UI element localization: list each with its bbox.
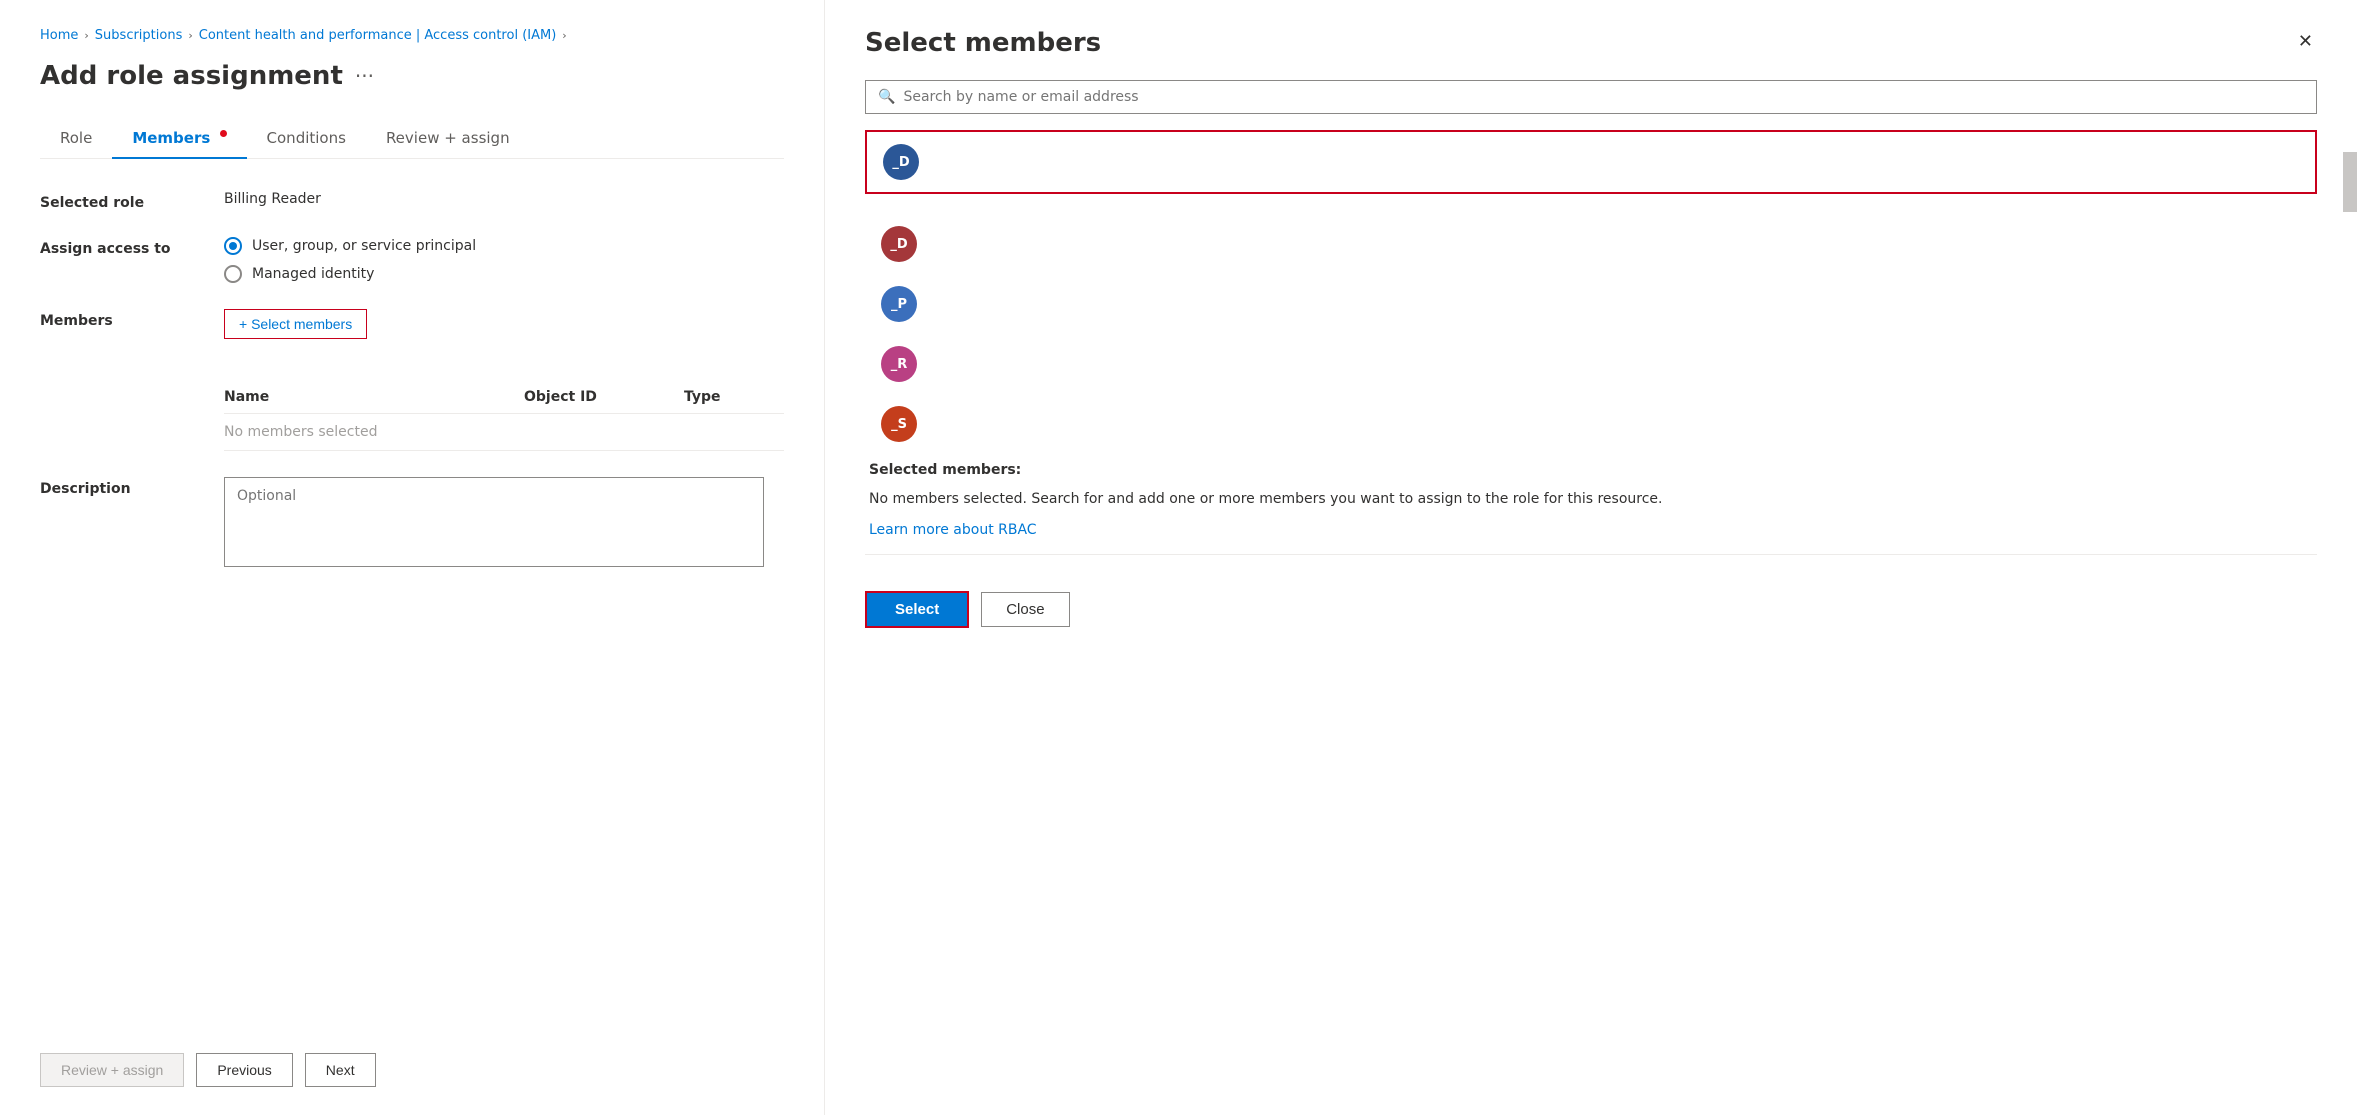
- avatar-4: _S: [881, 406, 917, 442]
- scrollbar[interactable]: [2343, 152, 2357, 212]
- radio-user-group[interactable]: User, group, or service principal: [224, 237, 476, 255]
- no-members-cell: No members selected: [224, 424, 524, 440]
- panel-header: Select members ✕: [865, 28, 2317, 58]
- radio-circle-user-group: [224, 237, 242, 255]
- search-input[interactable]: [903, 89, 2304, 105]
- assign-access-label: Assign access to: [40, 237, 200, 257]
- chevron-icon-2: ›: [188, 29, 192, 42]
- user-item-2[interactable]: _P: [865, 274, 2317, 334]
- page-title-row: Add role assignment ···: [40, 61, 784, 91]
- select-members-button[interactable]: + Select members: [224, 309, 367, 339]
- selected-section: Selected members: No members selected. S…: [865, 462, 2317, 538]
- form-row-description: Description: [40, 477, 784, 567]
- breadcrumb: Home › Subscriptions › Content health an…: [40, 28, 784, 43]
- form-section: Selected role Billing Reader Assign acce…: [40, 191, 784, 1029]
- tab-role[interactable]: Role: [40, 119, 112, 159]
- bottom-actions: Review + assign Previous Next: [40, 1029, 784, 1115]
- radio-circle-managed-identity: [224, 265, 242, 283]
- user-list-below: _D _P _R _S: [865, 214, 2317, 454]
- col-header-name: Name: [224, 389, 524, 405]
- selected-role-value: Billing Reader: [224, 191, 321, 207]
- chevron-icon-3: ›: [562, 29, 566, 42]
- col-header-type: Type: [684, 389, 784, 405]
- tabs: Role Members Conditions Review + assign: [40, 119, 784, 159]
- tab-conditions[interactable]: Conditions: [247, 119, 366, 159]
- user-item-0[interactable]: _D: [867, 132, 2315, 192]
- page-title: Add role assignment: [40, 61, 343, 91]
- page-container: Home › Subscriptions › Content health an…: [0, 0, 2357, 1115]
- table-no-data-row: No members selected: [224, 414, 784, 451]
- tab-members[interactable]: Members: [112, 119, 246, 159]
- form-row-members: Members + Select members: [40, 309, 784, 339]
- user-item-4[interactable]: _S: [865, 394, 2317, 454]
- members-table: Name Object ID Type No members selected: [224, 381, 784, 451]
- close-panel-button[interactable]: ✕: [2294, 28, 2317, 54]
- search-box: 🔍: [865, 80, 2317, 114]
- selected-members-label: Selected members:: [869, 462, 2313, 478]
- page-options-button[interactable]: ···: [355, 64, 374, 88]
- panel-bottom: Select Close: [865, 571, 2317, 648]
- search-icon: 🔍: [878, 89, 895, 105]
- breadcrumb-iam[interactable]: Content health and performance | Access …: [199, 28, 557, 43]
- previous-button[interactable]: Previous: [196, 1053, 292, 1087]
- select-button[interactable]: Select: [865, 591, 969, 628]
- form-row-assign: Assign access to User, group, or service…: [40, 237, 784, 283]
- avatar-0: _D: [883, 144, 919, 180]
- description-textarea[interactable]: [224, 477, 764, 567]
- col-header-objectid: Object ID: [524, 389, 684, 405]
- avatar-2: _P: [881, 286, 917, 322]
- panel-title: Select members: [865, 28, 1101, 58]
- avatar-1: _D: [881, 226, 917, 262]
- breadcrumb-home[interactable]: Home: [40, 28, 78, 43]
- close-button[interactable]: Close: [981, 592, 1069, 627]
- members-label: Members: [40, 309, 200, 329]
- panel-divider: [865, 554, 2317, 555]
- left-panel: Home › Subscriptions › Content health an…: [0, 0, 825, 1115]
- selected-role-label: Selected role: [40, 191, 200, 211]
- description-label: Description: [40, 477, 200, 497]
- next-button[interactable]: Next: [305, 1053, 376, 1087]
- breadcrumb-subscriptions[interactable]: Subscriptions: [95, 28, 183, 43]
- user-list-selected: _D: [865, 130, 2317, 194]
- form-row-role: Selected role Billing Reader: [40, 191, 784, 211]
- user-item-3[interactable]: _R: [865, 334, 2317, 394]
- tab-review-assign[interactable]: Review + assign: [366, 119, 530, 159]
- chevron-icon-1: ›: [84, 29, 88, 42]
- table-header: Name Object ID Type: [224, 381, 784, 414]
- avatar-3: _R: [881, 346, 917, 382]
- members-dot: [220, 130, 227, 137]
- no-members-text: No members selected. Search for and add …: [869, 488, 2313, 510]
- radio-managed-identity[interactable]: Managed identity: [224, 265, 476, 283]
- user-item-1[interactable]: _D: [865, 214, 2317, 274]
- radio-group: User, group, or service principal Manage…: [224, 237, 476, 283]
- right-panel: Select members ✕ 🔍 _D _D _P _R: [825, 0, 2357, 1115]
- rbac-link[interactable]: Learn more about RBAC: [869, 522, 1037, 538]
- review-assign-button: Review + assign: [40, 1053, 184, 1087]
